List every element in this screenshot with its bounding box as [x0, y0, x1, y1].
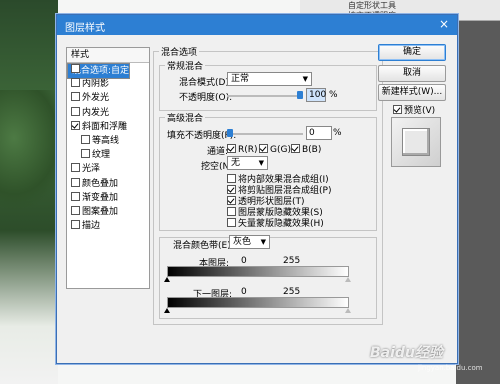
style-list-item-label: 斜面和浮雕: [82, 121, 128, 132]
style-list-item[interactable]: 渐变叠加: [67, 191, 149, 205]
style-checkbox[interactable]: [71, 220, 80, 230]
close-icon[interactable]: ×: [437, 17, 451, 31]
blend-options-title: 混合选项: [159, 45, 200, 58]
channels-label: 通道:: [207, 147, 229, 157]
style-list-item[interactable]: 光泽: [67, 162, 149, 176]
style-list-item[interactable]: 内阴影: [67, 77, 149, 91]
underlying-layer-max: 255: [283, 287, 301, 297]
style-checkbox[interactable]: [71, 64, 80, 73]
cancel-button[interactable]: 取消: [378, 65, 446, 82]
channel-checkbox[interactable]: R(R): [227, 144, 258, 155]
style-checkbox[interactable]: [71, 92, 80, 102]
opacity-slider-handle[interactable]: [297, 91, 303, 99]
opacity-label: 不透明度(O):: [179, 93, 233, 103]
style-list-item[interactable]: 纹理: [67, 148, 149, 162]
underlying-layer-min: 0: [241, 287, 247, 297]
blend-if-label: 混合颜色带(E):: [171, 238, 236, 251]
style-checkbox[interactable]: [71, 191, 80, 201]
ok-button[interactable]: 确定: [378, 44, 446, 61]
chevron-down-icon: ▼: [260, 238, 266, 246]
style-checkbox[interactable]: [71, 163, 80, 173]
underlying-layer-gradient[interactable]: [167, 297, 349, 308]
style-preview-thumbnail: [391, 117, 441, 167]
layer-style-dialog: 图层样式 × 样式 混合选项:自定投影内阴影外发光内发光斜面和浮雕等高线纹理光泽…: [56, 14, 458, 364]
style-checkbox[interactable]: [81, 134, 90, 144]
fill-opacity-slider-handle[interactable]: [227, 129, 233, 137]
fill-opacity-slider[interactable]: [227, 133, 303, 135]
style-checkbox[interactable]: [71, 177, 80, 187]
style-list: 样式 混合选项:自定投影内阴影外发光内发光斜面和浮雕等高线纹理光泽颜色叠加渐变叠…: [66, 47, 150, 289]
knockout-select[interactable]: 无 ▼: [227, 156, 268, 170]
style-checkbox[interactable]: [71, 78, 80, 88]
style-checkbox[interactable]: [81, 149, 90, 159]
advanced-blending-title: 高级混合: [165, 111, 206, 124]
this-layer-max: 255: [283, 256, 301, 266]
style-list-item-label: 外发光: [82, 93, 110, 104]
watermark-logo: Baidu经验: [370, 345, 443, 361]
opacity-input[interactable]: 100: [306, 88, 326, 102]
style-list-item-label: 光泽: [82, 164, 101, 175]
this-layer-min: 0: [241, 256, 247, 266]
fill-opacity-label: 填充不透明度(F):: [167, 131, 237, 141]
style-checkbox[interactable]: [71, 106, 80, 116]
opacity-slider[interactable]: [227, 95, 303, 97]
preview-checkbox-box[interactable]: [393, 105, 402, 114]
style-list-item-label: 图案叠加: [82, 206, 119, 217]
channel-checkbox[interactable]: G(G): [259, 144, 291, 155]
style-checkbox[interactable]: [71, 120, 80, 130]
dialog-title: 图层样式: [65, 23, 105, 34]
preview-checkbox[interactable]: 预览(V): [393, 103, 435, 116]
style-list-item[interactable]: 图案叠加: [67, 205, 149, 219]
blend-if-select[interactable]: 灰色 ▼: [229, 235, 270, 249]
dialog-titlebar[interactable]: 图层样式 ×: [57, 15, 457, 35]
style-list-item[interactable]: 内发光: [67, 106, 149, 120]
style-list-item[interactable]: 外发光: [67, 91, 149, 105]
opacity-unit: %: [329, 90, 338, 100]
style-list-item[interactable]: 斜面和浮雕: [67, 120, 149, 134]
style-list-item[interactable]: 颜色叠加: [67, 177, 149, 191]
style-list-item-label: 颜色叠加: [82, 178, 119, 189]
fill-opacity-input[interactable]: 0: [306, 126, 332, 140]
workspace-right: [456, 0, 500, 384]
fill-opacity-unit: %: [333, 128, 342, 138]
style-checkbox[interactable]: [71, 205, 80, 215]
style-list-item-label: 渐变叠加: [82, 192, 119, 203]
chevron-down-icon: ▼: [258, 159, 264, 167]
style-list-item-label: 纹理: [92, 150, 111, 161]
general-blending-title: 常规混合: [165, 59, 206, 72]
new-style-button[interactable]: 新建样式(W)...: [378, 84, 446, 101]
advanced-option-checkbox[interactable]: 矢量蒙版隐藏效果(H): [227, 216, 324, 229]
style-list-item-label: 等高线: [92, 135, 120, 146]
style-list-item-label: 混合选项:自定: [72, 66, 130, 76]
this-layer-gradient[interactable]: [167, 266, 349, 277]
this-layer-white-handle[interactable]: [345, 277, 351, 282]
style-list-item-label: 内发光: [82, 107, 110, 118]
style-list-item-label: 描边: [82, 221, 101, 232]
underlying-layer-white-handle[interactable]: [345, 308, 351, 313]
preview-label: 预览(V): [404, 106, 436, 116]
this-layer-black-handle[interactable]: [164, 277, 170, 282]
style-list-item[interactable]: 描边: [67, 219, 149, 233]
channel-checkbox[interactable]: B(B): [291, 144, 321, 155]
style-list-item[interactable]: 等高线: [67, 134, 149, 148]
watermark-url: jingyan.baidu.com: [418, 364, 483, 372]
style-list-header: 样式: [67, 48, 149, 63]
blend-mode-label: 混合模式(D):: [179, 78, 232, 88]
blend-mode-select[interactable]: 正常 ▼: [227, 72, 312, 86]
style-list-item-label: 内阴影: [82, 79, 110, 90]
underlying-layer-black-handle[interactable]: [164, 308, 170, 313]
chevron-down-icon: ▼: [302, 75, 308, 83]
